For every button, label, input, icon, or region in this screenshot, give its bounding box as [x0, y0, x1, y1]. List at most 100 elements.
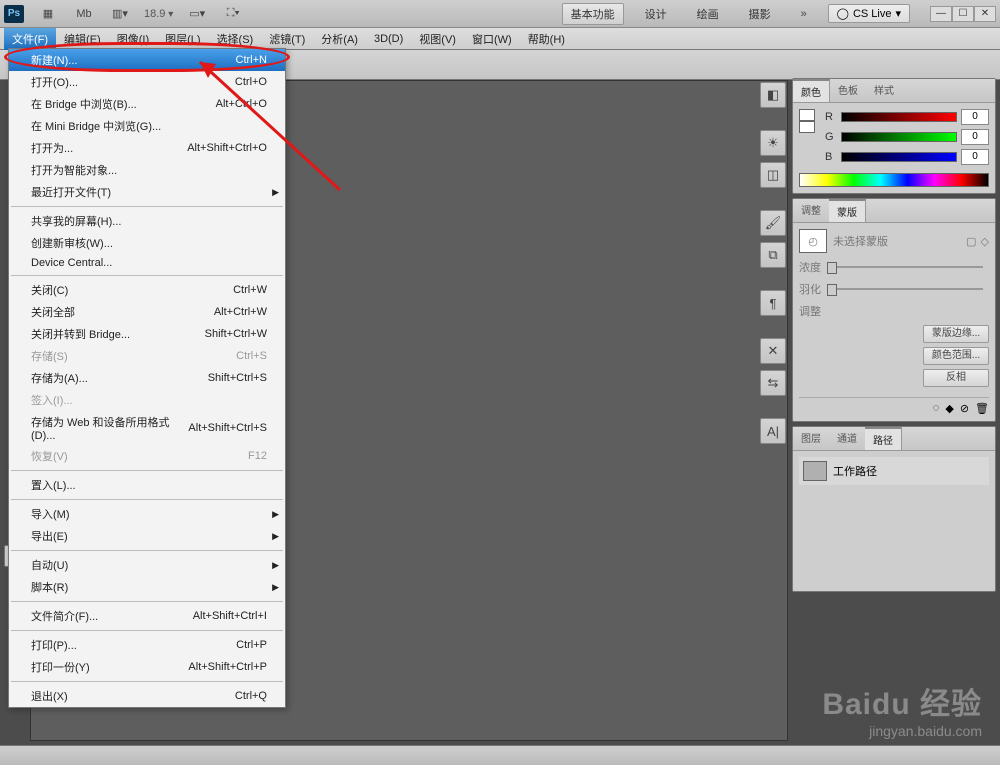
invert-button[interactable]: 反相: [923, 369, 989, 387]
slider-r[interactable]: [841, 112, 957, 122]
bridge-icon[interactable]: ▦: [36, 4, 60, 24]
tab-masks[interactable]: 蒙版: [829, 199, 866, 222]
menu-window[interactable]: 窗口(W): [464, 28, 520, 50]
file-menu-item[interactable]: 存储(S)Ctrl+S: [9, 345, 285, 367]
file-menu-item[interactable]: 打印一份(Y)Alt+Shift+Ctrl+P: [9, 656, 285, 678]
vector-mask-icon[interactable]: ◇: [981, 235, 989, 248]
paragraph-icon[interactable]: ¶: [760, 290, 786, 316]
delete-mask-icon[interactable]: 🗑: [975, 402, 989, 415]
circle-icon: ◯: [837, 7, 849, 20]
file-menu-item[interactable]: 关闭并转到 Bridge...Shift+Ctrl+W: [9, 323, 285, 345]
menu-image[interactable]: 图像(I): [109, 28, 157, 50]
feather-slider[interactable]: [827, 288, 983, 290]
workspace-more-icon[interactable]: »: [792, 4, 816, 24]
maximize-button[interactable]: ☐: [952, 6, 974, 22]
file-menu-item[interactable]: 打开(O)...Ctrl+O: [9, 71, 285, 93]
mask-status: 未选择蒙版: [833, 233, 888, 249]
path-thumbnail: [803, 461, 827, 481]
tab-paths[interactable]: 路径: [865, 427, 902, 450]
file-menu-item[interactable]: 创建新审核(W)...: [9, 232, 285, 254]
tab-channels[interactable]: 通道: [829, 427, 865, 450]
color-panel: 颜色 色板 样式 R 0 G: [792, 78, 996, 194]
slider-b[interactable]: [841, 152, 957, 162]
disable-mask-icon[interactable]: ⊘: [960, 402, 969, 415]
tab-styles[interactable]: 样式: [866, 79, 902, 102]
clone-icon[interactable]: ⧉: [760, 242, 786, 268]
file-menu-item[interactable]: 脚本(R)▶: [9, 576, 285, 598]
workspace-basic[interactable]: 基本功能: [562, 3, 624, 25]
density-slider[interactable]: [827, 266, 983, 268]
menu-analysis[interactable]: 分析(A): [313, 28, 366, 50]
brightness-icon[interactable]: ☀: [760, 130, 786, 156]
file-menu-item[interactable]: 打印(P)...Ctrl+P: [9, 634, 285, 656]
fg-bg-swatches[interactable]: [799, 109, 815, 169]
file-menu-item[interactable]: 自动(U)▶: [9, 554, 285, 576]
path-item[interactable]: 工作路径: [799, 457, 989, 485]
file-menu-item[interactable]: 打开为智能对象...: [9, 159, 285, 181]
file-menu-item[interactable]: 在 Bridge 中浏览(B)...Alt+Ctrl+O: [9, 93, 285, 115]
brush-icon[interactable]: 🖌: [760, 210, 786, 236]
tab-swatches[interactable]: 色板: [830, 79, 866, 102]
load-selection-icon[interactable]: ◌: [933, 402, 940, 415]
value-g[interactable]: 0: [961, 129, 989, 145]
menu-select[interactable]: 选择(S): [209, 28, 262, 50]
file-menu-item[interactable]: 签入(I)...: [9, 389, 285, 411]
zoom-level[interactable]: 18.9 ▾: [144, 8, 173, 20]
file-menu-item[interactable]: 导出(E)▶: [9, 525, 285, 547]
file-menu-item[interactable]: 置入(L)...: [9, 474, 285, 496]
value-b[interactable]: 0: [961, 149, 989, 165]
file-menu-item[interactable]: 最近打开文件(T)▶: [9, 181, 285, 203]
file-menu-item[interactable]: 共享我的屏幕(H)...: [9, 210, 285, 232]
file-menu-item[interactable]: 存储为(A)...Shift+Ctrl+S: [9, 367, 285, 389]
file-menu-item[interactable]: 恢复(V)F12: [9, 445, 285, 467]
file-menu-item[interactable]: 导入(M)▶: [9, 503, 285, 525]
file-menu-item[interactable]: 文件简介(F)...Alt+Shift+Ctrl+I: [9, 605, 285, 627]
file-menu-item[interactable]: 在 Mini Bridge 中浏览(G)...: [9, 115, 285, 137]
tab-layers[interactable]: 图层: [793, 427, 829, 450]
menu-help[interactable]: 帮助(H): [520, 28, 573, 50]
tab-color[interactable]: 颜色: [793, 79, 830, 102]
screenmode-icon[interactable]: ⛶▾: [221, 4, 245, 24]
workspace-photo[interactable]: 摄影: [740, 3, 780, 25]
menu-layer[interactable]: 图层(L): [157, 28, 208, 50]
file-menu-item[interactable]: 新建(N)...Ctrl+N: [9, 49, 285, 71]
file-menu-item[interactable]: Device Central...: [9, 254, 285, 272]
menu-filter[interactable]: 滤镜(T): [261, 28, 313, 50]
minibridge-icon[interactable]: Mb: [72, 4, 96, 24]
tab-adjustments[interactable]: 调整: [793, 199, 829, 222]
color-spectrum[interactable]: [799, 173, 989, 187]
minimize-button[interactable]: —: [930, 6, 952, 22]
feather-label: 羽化: [799, 281, 821, 297]
file-menu-item[interactable]: 关闭全部Alt+Ctrl+W: [9, 301, 285, 323]
file-menu-item[interactable]: 打开为...Alt+Shift+Ctrl+O: [9, 137, 285, 159]
character-icon[interactable]: A|: [760, 418, 786, 444]
panels-dock: 颜色 色板 样式 R 0 G: [792, 78, 996, 592]
color-range-button[interactable]: 颜色范围...: [923, 347, 989, 365]
swap-icon[interactable]: ⇆: [760, 370, 786, 396]
close-button[interactable]: ✕: [974, 6, 996, 22]
apply-mask-icon[interactable]: ◆: [945, 402, 953, 415]
value-r[interactable]: 0: [961, 109, 989, 125]
file-menu-item[interactable]: 存储为 Web 和设备所用格式(D)...Alt+Shift+Ctrl+S: [9, 411, 285, 445]
cslive-button[interactable]: ◯ CS Live ▾: [828, 4, 910, 23]
viewmode-icon[interactable]: ▭▾: [185, 4, 209, 24]
file-menu-item[interactable]: 退出(X)Ctrl+Q: [9, 685, 285, 707]
workspace-design[interactable]: 设计: [636, 3, 676, 25]
menu-3d[interactable]: 3D(D): [366, 30, 411, 48]
mask-edge-button[interactable]: 蒙版边缘...: [923, 325, 989, 343]
density-label: 浓度: [799, 259, 821, 275]
menu-view[interactable]: 视图(V): [411, 28, 464, 50]
menu-file[interactable]: 文件(F): [4, 28, 56, 50]
file-menu-item[interactable]: 关闭(C)Ctrl+W: [9, 279, 285, 301]
tools-preset-icon[interactable]: ✕: [760, 338, 786, 364]
slider-g[interactable]: [841, 132, 957, 142]
layout-icon[interactable]: ▥▾: [108, 4, 132, 24]
layers-mini-icon[interactable]: ◫: [760, 162, 786, 188]
menubar: 文件(F) 编辑(E) 图像(I) 图层(L) 选择(S) 滤镜(T) 分析(A…: [0, 28, 1000, 50]
color-picker-icon[interactable]: ◧: [760, 82, 786, 108]
status-bar: [0, 745, 1000, 765]
pixel-mask-icon[interactable]: ▢: [966, 235, 976, 248]
menu-edit[interactable]: 编辑(E): [56, 28, 109, 50]
mask-thumbnail: ◴: [799, 229, 827, 253]
workspace-paint[interactable]: 绘画: [688, 3, 728, 25]
